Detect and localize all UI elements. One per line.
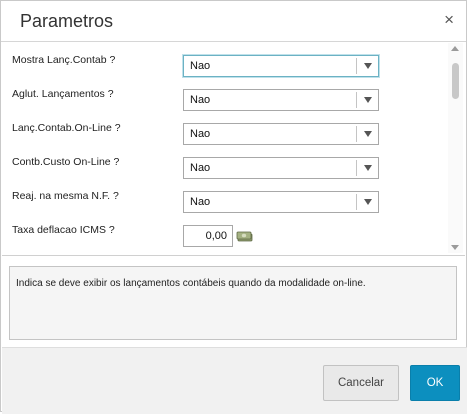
select-value: Nao (190, 60, 211, 72)
parameters-scrollbar[interactable] (448, 43, 463, 253)
scroll-up-icon[interactable] (451, 46, 459, 51)
dialog-footer: Cancelar OK (2, 347, 467, 414)
mostra-lanc-contab-select[interactable]: Nao (183, 55, 379, 77)
param-row-taxa-deflacao-icms: Taxa deflacao ICMS ? 0,00 (2, 224, 442, 255)
contb-custo-online-select[interactable]: Nao (183, 157, 379, 179)
param-row-contb-custo-online: Contb.Custo On-Line ? Nao (2, 156, 442, 190)
param-label: Reaj. na mesma N.F. ? (12, 190, 119, 202)
select-divider (356, 126, 357, 142)
param-label: Aglut. Lançamentos ? (12, 88, 114, 100)
chevron-down-icon[interactable] (364, 199, 372, 205)
scroll-down-icon[interactable] (451, 245, 459, 250)
help-description-box: Indica se deve exibir os lançamentos con… (9, 266, 457, 340)
close-icon[interactable]: × (444, 11, 454, 29)
param-label: Mostra Lanç.Contab ? (12, 54, 116, 66)
param-row-lanc-contab-online: Lanç.Contab.On-Line ? Nao (2, 122, 442, 156)
money-icon[interactable] (236, 230, 254, 242)
ok-button[interactable]: OK (410, 365, 460, 401)
select-value: Nao (190, 128, 211, 140)
dialog-titlebar: Parametros × (1, 1, 466, 42)
scroll-thumb[interactable] (452, 63, 459, 99)
chevron-down-icon[interactable] (364, 165, 372, 171)
chevron-down-icon[interactable] (364, 63, 372, 69)
aglut-lancamentos-select[interactable]: Nao (183, 89, 379, 111)
param-label: Contb.Custo On-Line ? (12, 156, 120, 168)
lanc-contab-online-select[interactable]: Nao (183, 123, 379, 145)
select-divider (356, 160, 357, 176)
help-text: Indica se deve exibir os lançamentos con… (16, 278, 366, 289)
select-divider (356, 194, 357, 210)
input-value: 0,00 (205, 230, 227, 242)
select-divider (356, 58, 357, 74)
reaj-mesma-nf-select[interactable]: Nao (183, 191, 379, 213)
param-row-reaj-mesma-nf: Reaj. na mesma N.F. ? Nao (2, 190, 442, 224)
chevron-down-icon[interactable] (364, 97, 372, 103)
taxa-deflacao-icms-input[interactable]: 0,00 (183, 225, 233, 247)
param-label: Taxa deflacao ICMS ? (12, 224, 115, 236)
param-row-aglut-lancamentos: Aglut. Lançamentos ? Nao (2, 88, 442, 122)
param-label: Lanç.Contab.On-Line ? (12, 122, 121, 134)
parameters-panel: Mostra Lanç.Contab ? Nao Aglut. Lançamen… (2, 42, 465, 256)
select-value: Nao (190, 94, 211, 106)
chevron-down-icon[interactable] (364, 131, 372, 137)
select-value: Nao (190, 162, 211, 174)
cancel-button[interactable]: Cancelar (323, 365, 399, 401)
select-value: Nao (190, 196, 211, 208)
select-divider (356, 92, 357, 108)
parametros-dialog: Parametros × Mostra Lanç.Contab ? Nao Ag… (0, 0, 467, 414)
param-row-mostra-lanc-contab: Mostra Lanç.Contab ? Nao (2, 54, 442, 88)
dialog-title: Parametros (20, 11, 114, 31)
